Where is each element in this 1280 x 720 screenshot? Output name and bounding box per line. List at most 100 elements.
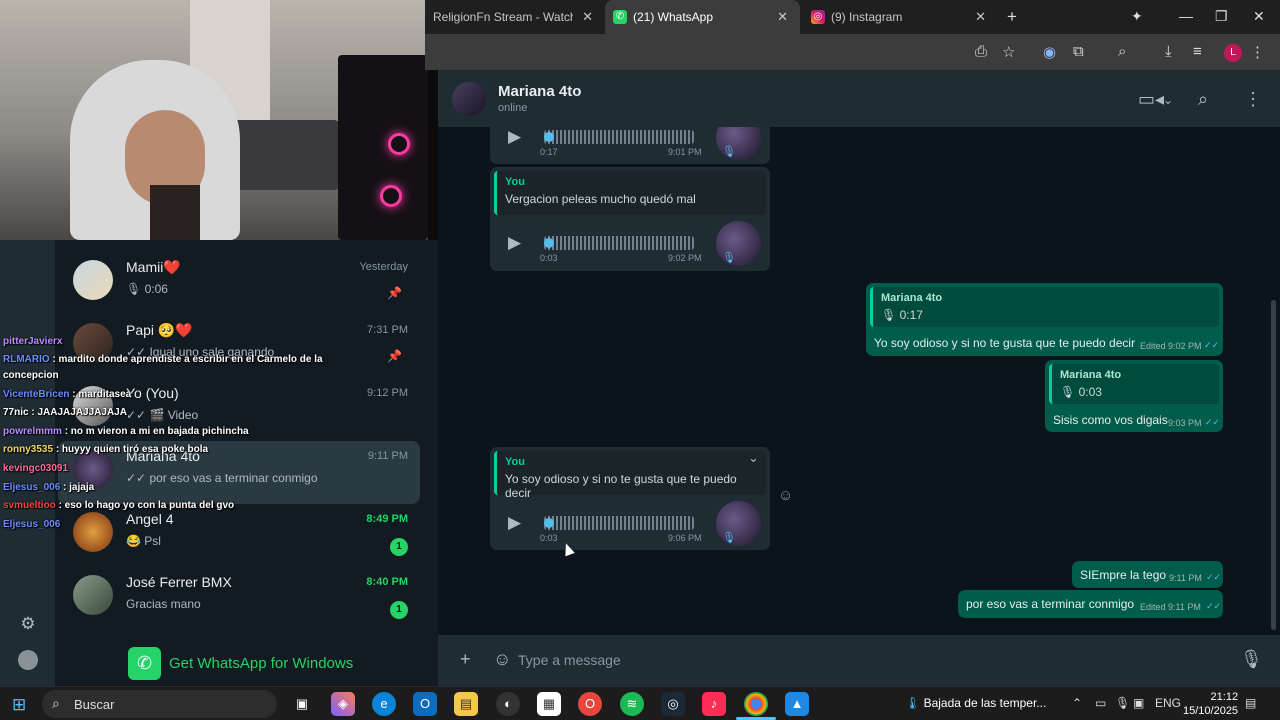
notifications-icon[interactable]: ▤: [1245, 696, 1256, 710]
menu-icon[interactable]: ⋮: [1244, 89, 1262, 110]
chat-name: Mamii❤️: [126, 259, 181, 275]
chat-item-mamii[interactable]: Mamii❤️ 🎙 0:06 Yesterday 📌: [58, 252, 420, 315]
chat-name: Papi 🥺❤️: [126, 322, 193, 338]
gemini-icon[interactable]: ✦: [1131, 8, 1143, 25]
conversation-body[interactable]: ▶ 0:17 9:01 PM 🎙 You Vergacion peleas mu…: [438, 127, 1280, 635]
waveform-progress-dot[interactable]: [544, 238, 554, 248]
emoji-icon[interactable]: ☺: [493, 649, 511, 670]
settings-icon[interactable]: ⚙: [18, 614, 38, 634]
microsoft-store-icon[interactable]: ▦: [537, 692, 561, 716]
chat-time: Yesterday: [359, 261, 408, 273]
contact-avatar[interactable]: [452, 82, 486, 116]
voice-player: ▶ 0:17 9:01 PM 🎙: [490, 127, 770, 164]
language-indicator[interactable]: ENG: [1155, 696, 1181, 710]
conversation-header[interactable]: Mariana 4to online ▭◂ ⌄ ⌕ ⋮: [438, 70, 1280, 127]
reply-quote[interactable]: You Vergacion peleas mucho quedó mal: [494, 171, 766, 215]
overlay-message: : JAAJAJAJJAJAJA: [31, 407, 127, 418]
conversation-scrollbar[interactable]: [1271, 300, 1276, 630]
overlay-line: Eljesus_006 : jajaja: [3, 479, 94, 497]
unread-badge: 1: [390, 538, 408, 556]
spotify-icon[interactable]: ≋: [620, 692, 644, 716]
taskbar-clock[interactable]: 21:12 15/10/2025: [1183, 690, 1238, 718]
tray-app-icon[interactable]: ▣: [1133, 696, 1144, 710]
overlay-message: concepcion: [3, 370, 59, 381]
outgoing-message: Mariana 4to 🎙 0:03 Sisis como vos digais…: [1045, 360, 1223, 432]
voice-time: 9:01 PM: [668, 147, 702, 157]
extension-icon[interactable]: ◉: [1043, 43, 1056, 61]
play-icon[interactable]: ▶: [508, 127, 521, 147]
file-explorer-icon[interactable]: ▤: [454, 692, 478, 716]
app-icon[interactable]: ◐: [496, 692, 520, 716]
overlay-line: VicenteBricen : marditasea: [3, 386, 131, 404]
tab-stream[interactable]: ReligionFn Stream - Watch Live ✕: [425, 0, 605, 34]
windows-start-icon[interactable]: ⊞: [12, 695, 26, 715]
play-icon[interactable]: ▶: [508, 513, 521, 533]
media-queue-icon[interactable]: ≡: [1193, 43, 1202, 60]
reply-quote[interactable]: Mariana 4to 🎙 0:03: [1049, 364, 1219, 404]
play-icon[interactable]: ▶: [508, 233, 521, 253]
copilot-icon[interactable]: ◈: [331, 692, 355, 716]
overlay-message: : marditasea: [72, 389, 132, 400]
read-tick-icon: ✓✓: [1204, 340, 1220, 350]
waveform: [544, 516, 694, 530]
chat-preview: ✓✓ por eso vas a terminar conmigo: [126, 471, 318, 485]
overlay-user: powrelmmm: [3, 426, 62, 437]
search-icon[interactable]: ⌕: [1198, 89, 1208, 110]
opera-icon[interactable]: O: [578, 692, 602, 716]
video-call-icon[interactable]: ▭◂: [1138, 89, 1164, 110]
overlay-user: VicenteBricen: [3, 389, 70, 400]
profile-avatar[interactable]: [18, 650, 38, 670]
minimize-icon[interactable]: —: [1179, 8, 1193, 24]
close-window-icon[interactable]: ✕: [1253, 8, 1265, 25]
bookmark-star-icon[interactable]: ☆: [1002, 43, 1015, 61]
maximize-icon[interactable]: ❐: [1215, 8, 1228, 25]
microphone-tray-icon[interactable]: 🎙: [1115, 696, 1130, 710]
extensions-puzzle-icon[interactable]: ⧉: [1073, 43, 1084, 60]
close-tab-icon[interactable]: ✕: [582, 9, 593, 25]
chevron-up-icon[interactable]: ⌃: [1072, 696, 1082, 710]
close-tab-icon[interactable]: ✕: [975, 9, 986, 25]
taskbar-search[interactable]: ⌕ Buscar: [42, 690, 277, 718]
message-composer: + ☺ 🎙: [438, 635, 1280, 686]
waveform: [544, 130, 694, 144]
weather-widget[interactable]: 🌡 Bajada de las temper...: [905, 696, 1046, 710]
reply-quote[interactable]: You Yo soy odioso y si no te gusta que t…: [494, 451, 766, 500]
close-tab-icon[interactable]: ✕: [777, 9, 788, 25]
chat-name: José Ferrer BMX: [126, 574, 232, 590]
new-tab-icon[interactable]: +: [1007, 7, 1017, 27]
chevron-down-icon[interactable]: ⌄: [1163, 93, 1173, 107]
microphone-icon[interactable]: 🎙: [1240, 649, 1263, 670]
outlook-icon[interactable]: O: [413, 692, 437, 716]
waveform-progress-dot[interactable]: [544, 132, 554, 142]
photos-icon[interactable]: ▲: [785, 692, 809, 716]
browser-menu-icon[interactable]: ⋮: [1250, 43, 1265, 61]
mic-icon: 🎙: [722, 532, 736, 544]
emoji-react-icon[interactable]: ☺: [778, 487, 793, 504]
windows-taskbar: ⊞ ⌕ Buscar ▣ ◈ e O ▤ ◐ ▦ O ≋ ◎ ♪ ▲ 🌡 Baj…: [0, 686, 1280, 720]
chat-item-jose[interactable]: José Ferrer BMX Gracias mano 8:40 PM 1: [58, 567, 420, 630]
tab-instagram[interactable]: ◎ (9) Instagram ✕: [803, 0, 998, 34]
task-view-icon[interactable]: ▣: [290, 692, 314, 716]
weather-text: Bajada de las temper...: [923, 696, 1047, 710]
tiktok-icon[interactable]: ♪: [702, 692, 726, 716]
attach-plus-icon[interactable]: +: [460, 649, 471, 670]
get-whatsapp-banner[interactable]: ✆ Get WhatsApp for Windows: [128, 645, 353, 681]
reply-quote[interactable]: Mariana 4to 🎙 0:17: [870, 287, 1219, 327]
tray-app-icon[interactable]: ▭: [1095, 696, 1106, 710]
chat-time: 9:11 PM: [367, 450, 408, 462]
waveform-progress-dot[interactable]: [544, 518, 554, 528]
edge-icon[interactable]: e: [372, 692, 396, 716]
webcam-feed: [0, 0, 428, 240]
chrome-icon[interactable]: [744, 692, 768, 716]
steam-icon[interactable]: ◎: [661, 692, 685, 716]
outgoing-message: por eso vas a terminar conmigo Edited 9:…: [958, 590, 1223, 618]
clock-time: 21:12: [1210, 691, 1239, 703]
install-app-icon[interactable]: ⎙: [975, 43, 987, 60]
download-icon[interactable]: ⤓: [1165, 43, 1172, 60]
message-input[interactable]: [518, 643, 1218, 677]
profile-avatar-icon[interactable]: L: [1224, 44, 1242, 62]
chevron-down-icon[interactable]: ⌄: [748, 450, 759, 466]
tab-search-icon[interactable]: ⌕: [1118, 43, 1126, 60]
tab-whatsapp[interactable]: ✆ (21) WhatsApp ✕: [605, 0, 800, 34]
webcam-fan: [388, 133, 410, 155]
